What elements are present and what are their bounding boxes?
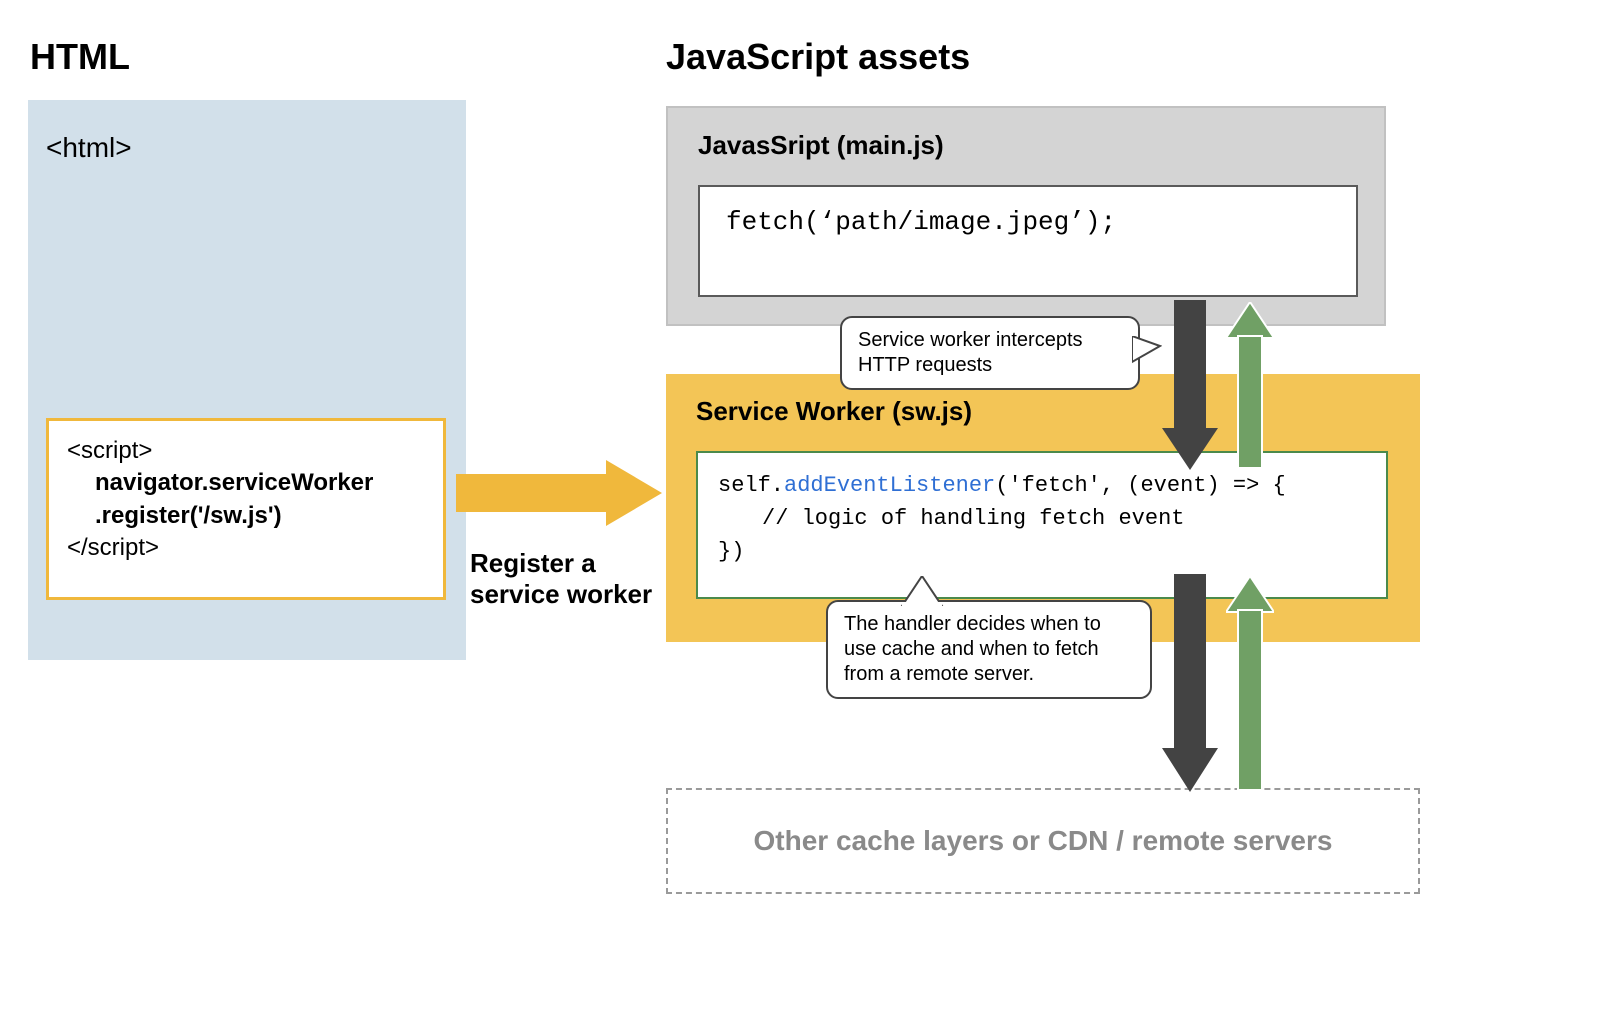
- html-panel: <html> <script> navigator.serviceWorker …: [28, 100, 466, 660]
- fetch-code-box: fetch(‘path/image.jpeg’);: [698, 185, 1358, 297]
- diagram-stage: HTML JavaScript assets <html> <script> n…: [0, 0, 1600, 1032]
- script-code-line-2: .register('/sw.js'): [67, 500, 425, 532]
- sw-code-line-1: self.addEventListener('fetch', (event) =…: [718, 469, 1366, 502]
- callout-intercept: Service worker intercepts HTTP requests: [840, 316, 1140, 390]
- service-worker-panel-title: Service Worker (sw.js): [696, 396, 1390, 427]
- callout-tail-icon: [1132, 336, 1162, 366]
- sw-code-line-2: // logic of handling fetch event: [718, 502, 1366, 535]
- arrow-down-icon: [1162, 300, 1218, 470]
- register-arrow-icon: [456, 460, 662, 526]
- heading-js: JavaScript assets: [666, 36, 970, 78]
- callout-intercept-text: Service worker intercepts HTTP requests: [858, 329, 1083, 376]
- arrow-up-icon: [1226, 576, 1274, 790]
- remote-servers-box: Other cache layers or CDN / remote serve…: [666, 788, 1420, 894]
- arrow-up-icon: [1226, 302, 1274, 468]
- javascript-panel: JavasSript (main.js) fetch(‘path/image.j…: [666, 106, 1386, 326]
- script-code-box: <script> navigator.serviceWorker .regist…: [46, 418, 446, 600]
- script-open-tag: <script>: [67, 435, 425, 467]
- callout-handler: The handler decides when to use cache an…: [826, 600, 1152, 699]
- fetch-code-line: fetch(‘path/image.jpeg’);: [726, 207, 1116, 237]
- register-label: Register a service worker: [470, 548, 680, 610]
- arrow-down-icon: [1162, 574, 1218, 792]
- callout-handler-text: The handler decides when to use cache an…: [844, 613, 1101, 685]
- callout-tail-icon: [898, 576, 946, 606]
- sw-code-line-3: }): [718, 535, 1366, 568]
- sw-code-box: self.addEventListener('fetch', (event) =…: [696, 451, 1388, 599]
- remote-servers-label: Other cache layers or CDN / remote serve…: [754, 825, 1333, 857]
- javascript-panel-title: JavasSript (main.js): [698, 130, 1354, 161]
- script-close-tag: </script>: [67, 532, 425, 564]
- script-code-line-1: navigator.serviceWorker: [67, 467, 425, 499]
- html-open-tag: <html>: [46, 132, 132, 164]
- heading-html: HTML: [30, 36, 130, 78]
